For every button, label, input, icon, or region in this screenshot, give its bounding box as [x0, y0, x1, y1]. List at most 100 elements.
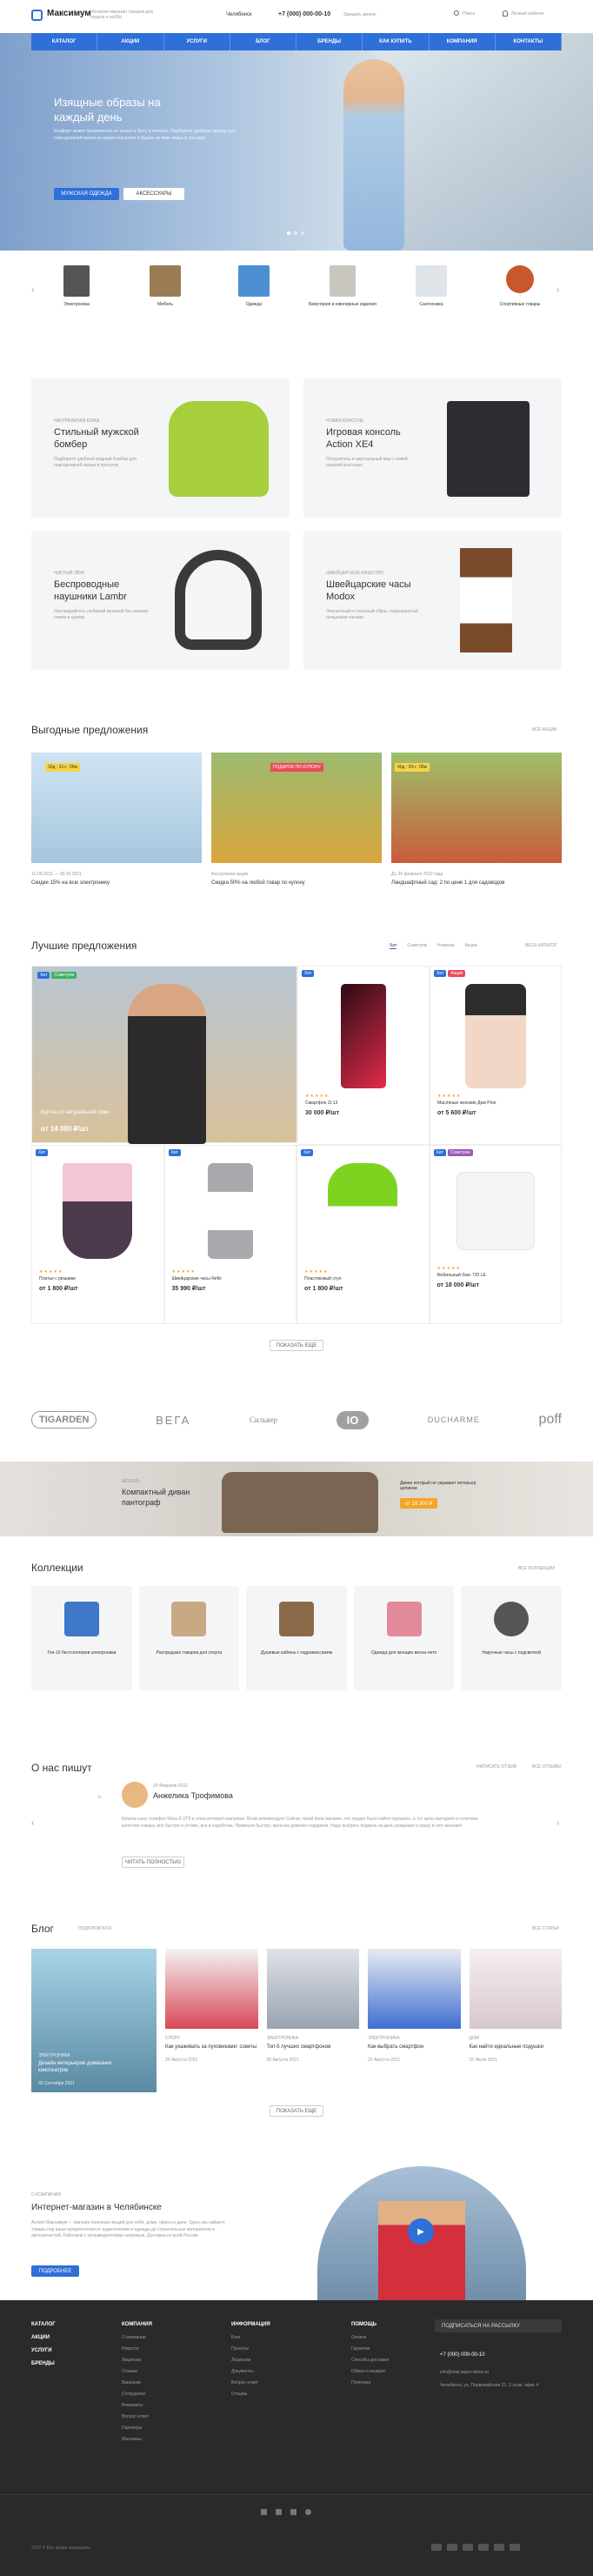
offer-card[interactable]: ПОДАРОК ПО КУПОНУ Бессрочная акция Скидк… — [211, 753, 382, 887]
callback-link[interactable]: Заказать звонок — [343, 12, 376, 17]
brand-logo[interactable]: IO — [336, 1410, 370, 1429]
tab-new[interactable]: Новинки — [437, 943, 455, 949]
footer-link[interactable]: Обмен и возврат — [351, 2369, 389, 2374]
category-plumbing[interactable]: Сантехника — [396, 265, 466, 326]
reviews-prev-arrow[interactable]: ‹ — [31, 1818, 34, 1828]
product-card[interactable]: Хит ★★★★★ Швейцарские часы Refix 35 990 … — [163, 1145, 296, 1324]
offer-card[interactable]: 40д : 20ч : 05м До 30 февраля 2022 года … — [391, 753, 562, 887]
youtube-icon[interactable] — [290, 2509, 296, 2515]
collections-all-link[interactable]: ВСЕ КОЛЛЕКЦИИ — [518, 1566, 555, 1571]
category-furniture[interactable]: Мебель — [130, 265, 200, 326]
product-card[interactable]: Хит ★★★★★ Пластиковый стул от 1 800 ₽/шт — [296, 1145, 430, 1324]
footer-link[interactable]: Партнеры — [122, 2425, 152, 2431]
footer-link[interactable]: Оплата — [351, 2335, 389, 2340]
facebook-icon[interactable] — [276, 2509, 282, 2515]
brand-logo[interactable]: Сильвер — [250, 1415, 277, 1424]
offer-card[interactable]: 30д : 21ч : 05м 10.09.2021 — 30.10.2021 … — [31, 753, 202, 887]
footer-link[interactable]: Вопрос-ответ — [122, 2414, 152, 2419]
nav-brands[interactable]: БРЕНДЫ — [296, 33, 363, 50]
footer-link[interactable]: Вакансии — [122, 2380, 152, 2385]
footer-link[interactable]: Новости — [122, 2346, 152, 2352]
footer-phone[interactable]: +7 (000) 000-00-10 — [440, 2352, 485, 2358]
footer-link[interactable]: Проекты — [231, 2346, 270, 2352]
nav-catalog[interactable]: КАТАЛОГ — [31, 33, 98, 50]
collection-card[interactable]: Душевые кабины с гидромассажем — [246, 1586, 347, 1690]
collection-card[interactable]: Топ-10 бестселлеров электроники — [31, 1586, 132, 1690]
blog-post[interactable]: СПОРТ Как ухаживать за пуховиками: советы… — [165, 1949, 258, 2092]
category-sports[interactable]: Спортивные товары — [485, 265, 555, 326]
categories-next-arrow[interactable]: › — [556, 285, 559, 295]
footer-link[interactable]: Политика — [351, 2380, 389, 2385]
play-icon[interactable]: ▶ — [408, 2218, 434, 2245]
nav-how-to-buy[interactable]: КАК КУПИТЬ — [363, 33, 430, 50]
footer-link[interactable]: Отзывы — [122, 2369, 152, 2374]
vk-icon[interactable] — [261, 2509, 267, 2515]
footer-link[interactable]: Сотрудники — [122, 2392, 152, 2397]
blog-featured-post[interactable]: ЭЛЕКТРОНИКА Дизайн интерьеров домашних к… — [31, 1949, 157, 2092]
offers-all-link[interactable]: ВСЕ АКЦИИ — [532, 727, 557, 733]
blog-subscribe-link[interactable]: ПОДПИСАТЬСЯ — [78, 1926, 111, 1931]
best-all-link[interactable]: ВЕСЬ КАТАЛОГ — [525, 943, 557, 948]
sofa-banner[interactable]: МЕБЕЛЬ Компактный диван пантограф Диван … — [0, 1462, 593, 1536]
hero-dots[interactable] — [287, 231, 304, 235]
blog-post[interactable]: ЭЛЕКТРОНИКА Топ-5 лучших смартфонов 30 Авг… — [266, 1949, 359, 2092]
nav-company[interactable]: КОМПАНИЯ — [430, 33, 496, 50]
product-card[interactable]: Хит ★★★★★ Платье с рюшами от 1 800 ₽/шт — [31, 1145, 164, 1324]
blog-all-link[interactable]: ВСЕ СТАТЬИ — [532, 1926, 559, 1931]
footer-catalog-link[interactable]: КАТАЛОГ — [31, 2322, 56, 2327]
hero-primary-button[interactable]: МУЖСКАЯ ОДЕЖДА — [54, 188, 119, 200]
product-card[interactable]: Хит Акция ★★★★★ Масляные женские Дом Prio… — [430, 966, 562, 1145]
promo-card-headphones[interactable]: ЧИСТЫЙ ЗВУК Беспроводные наушники Lambr … — [31, 531, 290, 670]
review-more-button[interactable]: ЧИТАТЬ ПОЛНОСТЬЮ — [122, 1857, 184, 1868]
collection-card[interactable]: Распродажа товаров для спорта — [138, 1586, 240, 1690]
footer-email[interactable]: info@mail.aspro-demo.ru — [440, 2370, 489, 2375]
promo-card-watch[interactable]: ШВЕЙЦАРСКОЕ КАЧЕСТВО Швейцарские часы Mo… — [303, 531, 562, 670]
footer-link[interactable]: Реквизиты — [122, 2403, 152, 2408]
promo-card-bomber[interactable]: НАТУРАЛЬНАЯ КОЖА Стильный мужской бомбер… — [31, 378, 290, 518]
footer-link[interactable]: О компании — [122, 2335, 152, 2340]
nav-sales[interactable]: АКЦИИ — [97, 33, 164, 50]
brand-logo[interactable]: DUCHARME — [428, 1415, 480, 1424]
footer-link[interactable]: Отзывы — [231, 2392, 270, 2397]
category-jewelry[interactable]: Бижутерия и ювелирные изделия — [308, 265, 377, 326]
brand-logo[interactable]: ВЕГА — [156, 1414, 190, 1427]
footer-link[interactable]: Магазины — [122, 2437, 152, 2442]
footer-brands-link[interactable]: БРЕНДЫ — [31, 2361, 56, 2366]
footer-link[interactable]: Лицензии — [122, 2358, 152, 2363]
footer-link[interactable]: Лицензии — [231, 2358, 270, 2363]
blog-more-button[interactable]: ПОКАЗАТЬ ЕЩЕ — [270, 2105, 323, 2117]
blog-post[interactable]: ДОМ Как найти идеальные подушки 15 Июля 20… — [469, 1949, 562, 2092]
phone[interactable]: +7 (000) 000-00-10 — [278, 11, 330, 17]
nav-blog[interactable]: БЛОГ — [230, 33, 296, 50]
banner-price[interactable]: от 18 300 ₽ — [400, 1498, 438, 1509]
promo-card-console[interactable]: НОВАЯ КОНСОЛЬ Игровая консоль Action XE4… — [303, 378, 562, 518]
footer-link[interactable]: Способы доставки — [351, 2358, 389, 2363]
nav-contacts[interactable]: КОНТАКТЫ — [496, 33, 562, 50]
footer-link[interactable]: Гарантия — [351, 2346, 389, 2352]
featured-product[interactable]: Хит Советуем Куртка из натуральной кожи о… — [31, 966, 297, 1144]
logo-icon[interactable] — [31, 10, 43, 21]
collection-card[interactable]: Наручные часы с подсветкой — [461, 1586, 562, 1690]
tab-hit[interactable]: Хит — [390, 943, 397, 949]
brand-name[interactable]: Максимум — [47, 9, 91, 18]
hero-secondary-button[interactable]: АКСЕССУАРЫ — [123, 188, 184, 200]
categories-prev-arrow[interactable]: ‹ — [31, 285, 34, 295]
instagram-icon[interactable] — [305, 2509, 311, 2515]
brand-logo[interactable]: TIGARDEN — [31, 1411, 97, 1429]
reviews-next-arrow[interactable]: › — [556, 1818, 559, 1828]
reviews-all-link[interactable]: ВСЕ ОТЗЫВЫ — [532, 1764, 562, 1770]
best-more-button[interactable]: ПОКАЗАТЬ ЕЩЕ — [270, 1340, 323, 1351]
category-clothes[interactable]: Одежда — [219, 265, 289, 326]
tab-recommend[interactable]: Советуем — [407, 943, 427, 949]
write-review-link[interactable]: НАПИСАТЬ ОТЗЫВ — [476, 1764, 516, 1770]
footer-sales-link[interactable]: АКЦИИ — [31, 2335, 56, 2340]
footer-services-link[interactable]: УСЛУГИ — [31, 2348, 56, 2353]
user-icon[interactable] — [503, 10, 508, 17]
product-card[interactable]: Хит ★★★★★ Смартфон Zt 13 30 000 ₽/шт — [297, 966, 430, 1145]
search-icon[interactable] — [454, 10, 459, 16]
search-label[interactable]: Поиск — [463, 11, 475, 17]
account-link[interactable]: Личный кабинет — [511, 11, 544, 17]
subscribe-input[interactable]: ПОДПИСАТЬСЯ НА РАССЫЛКУ — [435, 2319, 562, 2332]
footer-link[interactable]: Вопрос-ответ — [231, 2380, 270, 2385]
brand-logo[interactable]: poff — [539, 1412, 562, 1428]
